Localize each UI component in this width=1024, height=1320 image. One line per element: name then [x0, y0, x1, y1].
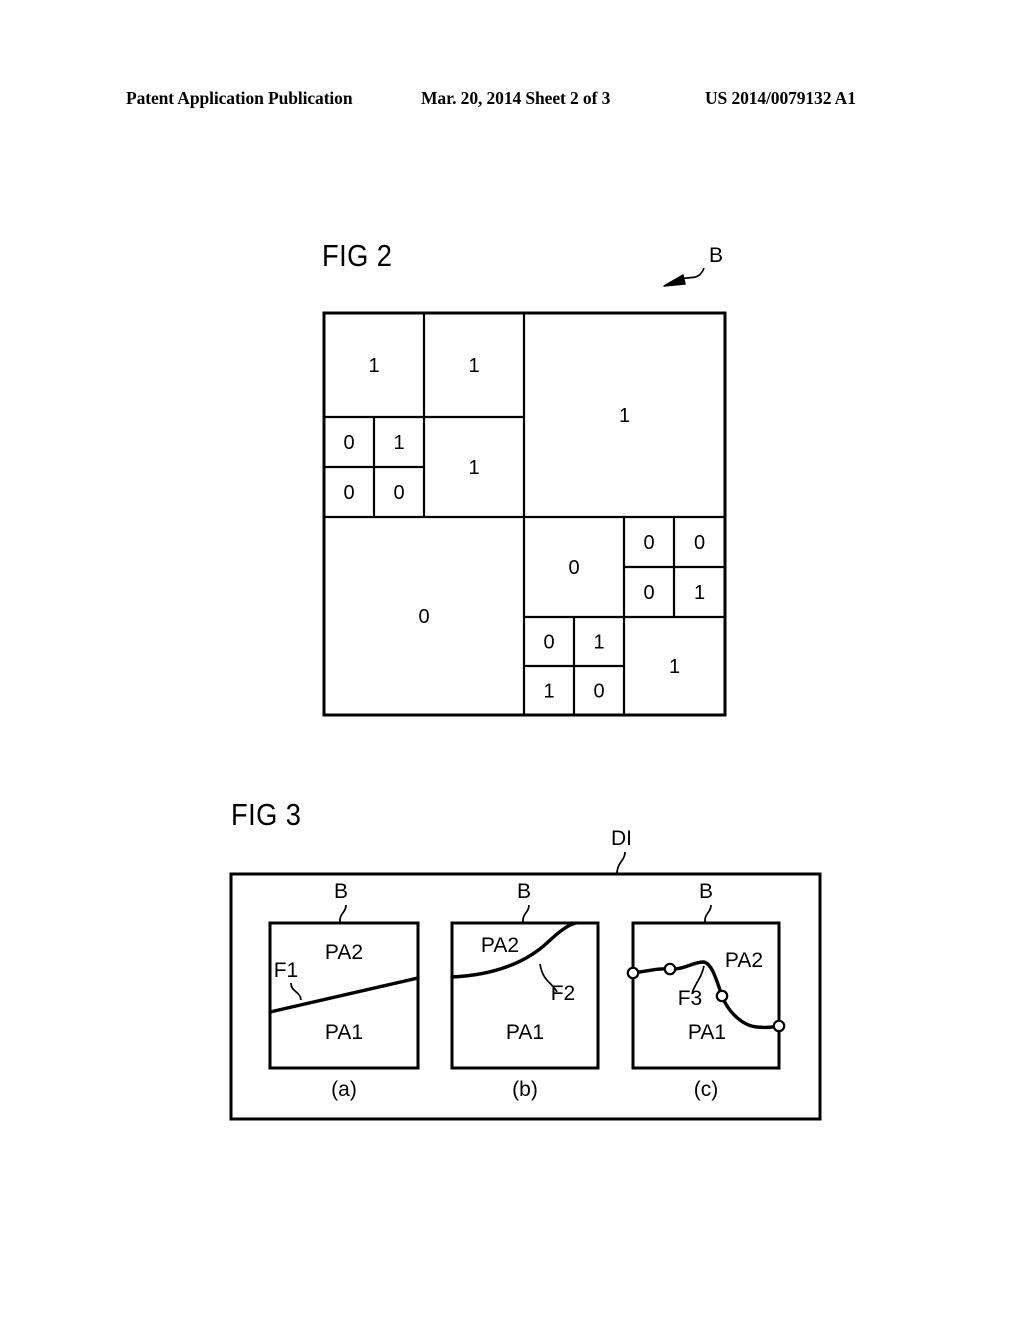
fig2-cell-value-c4: 1: [393, 432, 404, 454]
fig2-cell-value-c1: 1: [368, 355, 379, 377]
panel-a-caption: (a): [331, 1078, 357, 1101]
fig2-callout-leader: [680, 267, 705, 280]
figure3-panel-c: B F3 PA2 PA1 (c): [626, 880, 786, 1101]
panel-b-block-leader: [522, 904, 530, 924]
panel-c-boundary-f3: [631, 960, 781, 1030]
panel-c-block-leader: [704, 904, 712, 924]
figure-2-drawing: B 1 1 0 1 0 0 1 1 0 0 0 0 0 1 0 11 01: [322, 244, 727, 717]
panel-a-boundary-f1: [268, 976, 420, 1014]
fig2-cell-values: 1 1 0 1 0 0 1 1 0 0 0 0 0 1 0 1 1 0 1: [343, 355, 705, 703]
fig2-callout-b-label: B: [709, 244, 723, 267]
fig3-callout-di-label: DI: [611, 827, 632, 850]
figure3-panel-b: B F2 PA2 PA1 (b): [450, 880, 600, 1101]
header-publication-text: Patent Application Publication: [126, 88, 353, 108]
fig2-cell-value-c15: 0: [543, 632, 554, 654]
panel-c-control-point-3[interactable]: [715, 989, 729, 1003]
panel-a-region-upper: PA2: [325, 941, 363, 964]
panel-a-boundary-label: F1: [274, 959, 299, 982]
fig2-cell-value-c17: 1: [543, 681, 554, 703]
header-date-sheet-text: Mar. 20, 2014 Sheet 2 of 3: [421, 88, 611, 108]
patent-drawing-sheet: Patent Application Publication Mar. 20, …: [0, 0, 1024, 1320]
panel-b-block-label: B: [517, 880, 531, 903]
panel-c-boundary-label: F3: [678, 987, 703, 1010]
fig2-cell-value-c19: 1: [669, 656, 680, 678]
panel-c-boundary-leader: [691, 965, 705, 995]
panel-b-boundary-f2: [450, 921, 578, 979]
panel-c-control-point-1[interactable]: [626, 966, 640, 980]
fig2-cell-value-c14: 1: [694, 582, 705, 604]
figure-2-title: FIG 2: [322, 238, 393, 273]
fig2-cell-value-c10: 0: [568, 557, 579, 579]
fig3-callout-di: DI: [611, 827, 632, 875]
fig2-cell-value-c9: 0: [418, 606, 429, 628]
page-header: Patent Application Publication Mar. 20, …: [0, 88, 1024, 114]
figure-3-drawing: DI B F1 PA2 PA1 (a) B F2 PA2 PA1 (b) B F…: [229, 827, 822, 1121]
fig2-callout-b: B: [663, 244, 723, 287]
panel-c-region-lower: PA1: [688, 1021, 726, 1044]
panel-c-caption: (c): [694, 1078, 719, 1101]
fig3-outer-container: [229, 872, 822, 1121]
panel-b-region-lower: PA1: [506, 1021, 544, 1044]
fig2-cell-value-c13: 0: [643, 582, 654, 604]
fig2-cell-value-c3: 0: [343, 432, 354, 454]
fig2-cell-value-c8: 1: [619, 405, 630, 427]
panel-b-caption: (b): [512, 1078, 538, 1101]
panel-c-block-outline: [631, 921, 781, 1070]
panel-c-control-point-4[interactable]: [772, 1019, 786, 1033]
panel-b-boundary-label: F2: [551, 982, 576, 1005]
fig2-cell-value-c2: 1: [468, 355, 479, 377]
header-patent-number: US 2014/0079132 A1: [705, 88, 856, 108]
figure-3-title: FIG 3: [231, 797, 302, 832]
fig3-callout-di-leader: [616, 851, 626, 875]
fig2-cell-value-c6: 0: [393, 482, 404, 504]
figure3-panel-a: B F1 PA2 PA1 (a): [268, 880, 420, 1101]
fig2-block-outline: [322, 311, 727, 717]
fig2-cell-value-c12: 0: [694, 532, 705, 554]
panel-c-block-label: B: [699, 880, 713, 903]
panel-c-region-upper: PA2: [725, 949, 763, 972]
fig2-quadtree-lines: [324, 313, 725, 715]
fig2-cell-value-c18: 0: [593, 681, 604, 703]
panel-c-control-point-2[interactable]: [663, 962, 677, 976]
fig2-cell-value-c11: 0: [643, 532, 654, 554]
panel-a-region-lower: PA1: [325, 1021, 363, 1044]
panel-b-region-upper: PA2: [481, 934, 519, 957]
panel-a-block-outline: [268, 921, 420, 1070]
fig2-cell-value-c7: 1: [468, 457, 479, 479]
fig2-cell-value-c5: 0: [343, 482, 354, 504]
panel-a-block-label: B: [334, 880, 348, 903]
fig2-callout-arrowhead: [663, 274, 686, 287]
panel-a-block-leader: [339, 904, 347, 924]
panel-a-boundary-leader: [290, 982, 302, 1001]
fig2-cell-value-c16: 1: [593, 632, 604, 654]
panel-b-block-outline: [450, 921, 600, 1070]
panel-b-boundary-leader: [539, 963, 558, 993]
